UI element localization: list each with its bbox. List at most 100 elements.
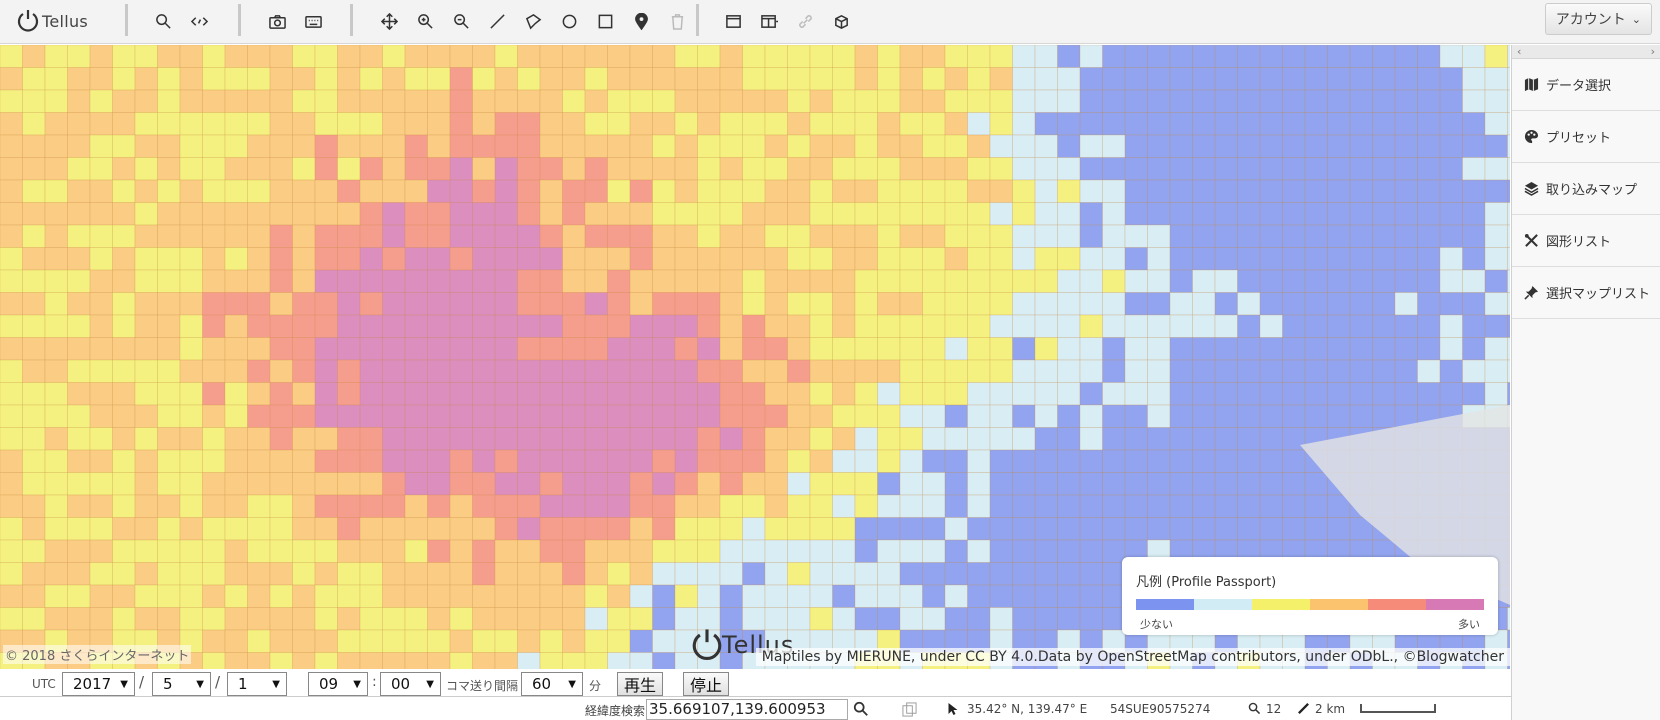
app-logo[interactable]: Tellus: [16, 6, 88, 36]
heatmap-cell: [337, 337, 361, 361]
heatmap-cell: [539, 382, 563, 406]
heatmap-cell: [202, 157, 226, 181]
line-icon[interactable]: [484, 8, 510, 34]
heatmap-cell: [427, 292, 451, 316]
sidebar-item-imported-maps[interactable]: 取り込みマップ: [1512, 163, 1660, 215]
day-select[interactable]: 1 ▼: [227, 672, 287, 696]
heatmap-cell: [787, 494, 811, 518]
heatmap-cell: [719, 67, 743, 91]
heatmap-cell: [112, 449, 136, 473]
heatmap-cell: [1237, 269, 1261, 293]
heatmap-cell: [697, 359, 721, 383]
search-icon[interactable]: [150, 8, 176, 34]
heatmap-cell: [899, 449, 923, 473]
heatmap-cell: [809, 247, 833, 271]
minute-select[interactable]: 00 ▼: [380, 672, 441, 696]
month-select[interactable]: 5 ▼: [152, 672, 211, 696]
heatmap-cell: [989, 562, 1013, 586]
circle-icon[interactable]: [556, 8, 582, 34]
heatmap-cell: [292, 314, 316, 338]
stop-button[interactable]: 停止: [683, 672, 729, 696]
heatmap-cell: [1169, 157, 1193, 181]
heatmap-cell: [1192, 449, 1216, 473]
heatmap-cell: [359, 359, 383, 383]
heatmap-cell: [449, 67, 473, 91]
heatmap-cell: [562, 629, 586, 653]
link-icon[interactable]: [792, 8, 818, 34]
account-button[interactable]: アカウント ⌄: [1544, 3, 1652, 35]
heatmap-cell: [674, 269, 698, 293]
heatmap-cell: [674, 179, 698, 203]
heatmap-cell: [382, 517, 406, 541]
coordinate-search-input[interactable]: 35.669107,139.600953: [646, 699, 848, 720]
play-button[interactable]: 再生: [617, 672, 663, 696]
panel-collapse-left-icon[interactable]: ‹: [1517, 45, 1521, 58]
heatmap-cell: [427, 202, 451, 226]
move-icon[interactable]: [376, 8, 402, 34]
heatmap-cell: [1057, 179, 1081, 203]
split-window-icon[interactable]: [756, 8, 782, 34]
heatmap-cell: [404, 494, 428, 518]
heatmap-cell: [1484, 337, 1508, 361]
heatmap-cell: [382, 427, 406, 451]
sidebar-item-data-select[interactable]: データ選択: [1512, 59, 1660, 111]
zoom-out-icon[interactable]: [448, 8, 474, 34]
heatmap-cell: [472, 427, 496, 451]
heatmap-cell: [1349, 202, 1373, 226]
camera-icon[interactable]: [264, 8, 290, 34]
heatmap-cell: [1349, 89, 1373, 113]
heatmap-cell: [652, 179, 676, 203]
heatmap-cell: [854, 517, 878, 541]
heatmap-cell: [1034, 134, 1058, 158]
marker-icon[interactable]: [628, 8, 654, 34]
interval-select[interactable]: 60 ▼: [521, 672, 583, 696]
heatmap-cell: [1124, 202, 1148, 226]
scale-label: 2 km: [1315, 702, 1346, 716]
heatmap-cell: [1259, 45, 1283, 68]
heatmap-cell: [1462, 89, 1486, 113]
heatmap-cell: [1012, 494, 1036, 518]
keyboard-icon[interactable]: [300, 8, 326, 34]
sidebar-item-preset[interactable]: プリセット: [1512, 111, 1660, 163]
heatmap-cell: [44, 404, 68, 428]
zoom-in-icon[interactable]: [412, 8, 438, 34]
heatmap-cell: [1057, 202, 1081, 226]
copy-icon[interactable]: [902, 702, 917, 717]
trash-icon[interactable]: [664, 8, 690, 34]
heatmap-cell: [562, 404, 586, 428]
single-window-icon[interactable]: [720, 8, 746, 34]
heatmap-cell: [517, 179, 541, 203]
heatmap-cell: [1147, 45, 1171, 68]
heatmap-cell: [719, 89, 743, 113]
dropdown-arrow-icon: ▼: [353, 678, 361, 690]
heatmap-cell: [44, 449, 68, 473]
heatmap-cell: [1237, 112, 1261, 136]
heatmap-cell: [1372, 45, 1396, 68]
heatmap-cell: [652, 45, 676, 68]
search-icon[interactable]: [853, 701, 869, 717]
heatmap-cell: [1169, 382, 1193, 406]
sidebar-item-shape-list[interactable]: 図形リスト: [1512, 215, 1660, 267]
heatmap-cell: [809, 134, 833, 158]
hour-select[interactable]: 09 ▼: [308, 672, 368, 696]
heatmap-cell: [292, 494, 316, 518]
rectangle-icon[interactable]: [592, 8, 618, 34]
heatmap-cell: [1282, 247, 1306, 271]
polygon-icon[interactable]: [520, 8, 546, 34]
heatmap-cell: [967, 134, 991, 158]
code-icon[interactable]: [186, 8, 212, 34]
heatmap-cell: [809, 337, 833, 361]
panel-collapse-right-icon[interactable]: ›: [1651, 45, 1655, 58]
cube-icon[interactable]: [828, 8, 854, 34]
heatmap-cell: [1327, 45, 1351, 68]
map-canvas[interactable]: © 2018 さくらインターネット Tellus Maptiles by MIE…: [0, 45, 1510, 669]
heatmap-cell: [494, 652, 518, 669]
heatmap-cell: [989, 247, 1013, 271]
sidebar-item-selected-map-list[interactable]: 選択マップリスト: [1512, 267, 1660, 319]
heatmap-cell: [674, 337, 698, 361]
year-select[interactable]: 2017 ▼: [62, 672, 135, 696]
heatmap-cell: [179, 202, 203, 226]
heatmap-cell: [494, 584, 518, 608]
heatmap-cell: [1462, 292, 1486, 316]
heatmap-cell: [1417, 224, 1441, 248]
